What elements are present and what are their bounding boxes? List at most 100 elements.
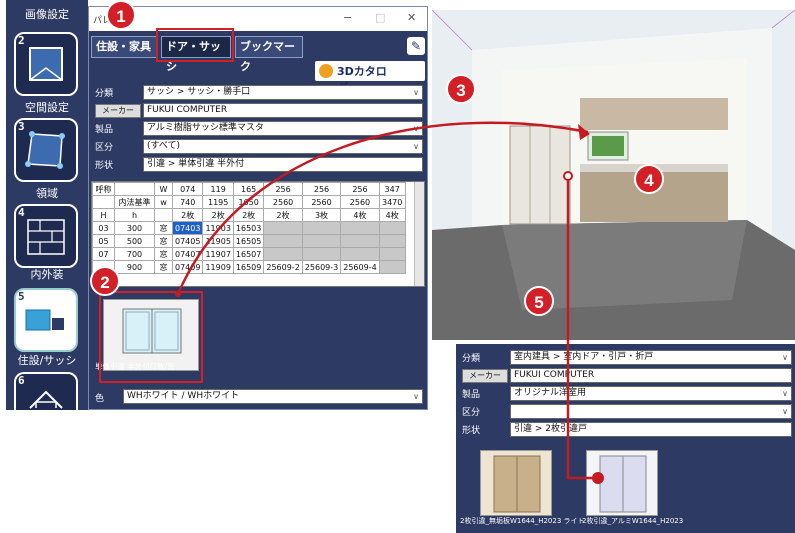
grid-cell: 03 [92, 221, 115, 235]
division-select[interactable]: (すべて) [143, 139, 423, 154]
grid-row[interactable]: 05 500 窓 07405 11905 16505 [92, 234, 406, 248]
grid-cell[interactable]: 25609-4 [340, 260, 380, 274]
aluminum-sliding-door-icon [599, 455, 647, 513]
grid-cell [92, 195, 115, 209]
image-settings-label[interactable]: 画像設定 [6, 6, 88, 22]
grid-cell[interactable] [263, 234, 303, 248]
door-item-aluminum[interactable] [586, 450, 658, 516]
space-settings-label: 空間設定 [25, 101, 69, 114]
division-label: 区分 [95, 143, 114, 153]
3d-room-view[interactable] [432, 10, 795, 340]
grid-cell: 256 [301, 182, 342, 196]
grid-cell[interactable]: 11905 [202, 234, 234, 248]
grid-cell[interactable]: 07405 [171, 234, 204, 248]
brick-wall-icon [27, 219, 65, 255]
grid-cell[interactable]: 25609-3 [301, 260, 342, 274]
grid-cell[interactable] [301, 247, 342, 261]
grid-cell[interactable]: 11903 [202, 221, 234, 235]
grid-cell[interactable]: 07409 [171, 260, 204, 274]
area-polygon-icon [25, 131, 65, 169]
grid-cell[interactable]: 16505 [232, 234, 265, 248]
tab-bookmark[interactable]: ブックマーク [235, 36, 303, 73]
interior-exterior-tile[interactable]: 4 [14, 204, 78, 268]
grid-cell: 4枚 [340, 208, 380, 222]
catalog-logo-icon [319, 64, 333, 78]
grid-cell[interactable] [263, 221, 303, 235]
grid-cell: 2枚 [232, 208, 265, 222]
grid-scrollbar[interactable] [414, 182, 424, 286]
grid-row[interactable]: 07 700 窓 07407 11907 16507 [92, 247, 406, 261]
grid-cell: 074 [171, 182, 204, 196]
grid-row[interactable]: Hh 2枚 2枚 2枚 2枚 3枚 4枚 4枚 [92, 208, 406, 222]
grid-cell[interactable]: 25609-2 [263, 260, 303, 274]
color-row: 色 WHホワイト / WHホワイト [89, 387, 427, 407]
grid-cell[interactable] [378, 260, 406, 274]
grid-cell[interactable]: 11907 [202, 247, 234, 261]
room-render [432, 10, 795, 340]
sub-maker-button[interactable]: メーカー [462, 369, 508, 383]
grid-row[interactable]: 900 窓 07409 11909 16509 25609-2 25609-3 25609-4 [92, 260, 406, 274]
grid-cell[interactable]: 07403 [171, 221, 204, 235]
product-select[interactable]: アルミ樹脂サッシ標準マスタ [143, 121, 423, 136]
color-select[interactable]: WHホワイト / WHホワイト [123, 389, 423, 404]
grid-cell[interactable]: 16507 [232, 247, 265, 261]
grid-cell[interactable] [263, 247, 303, 261]
shape-row: 形状 引違 > 単体引違 半外付 [89, 157, 427, 173]
sub-division-label: 区分 [462, 408, 481, 418]
maker-field[interactable]: FUKUI COMPUTER [143, 103, 423, 118]
tab-fixtures-furniture[interactable]: 住設・家具 [91, 36, 157, 58]
grid-cell: 165 [232, 182, 265, 196]
sub-shape-field[interactable]: 引違 > 2枚引違戸 [510, 422, 792, 437]
grid-cell: W [154, 182, 173, 196]
grid-cell[interactable]: 16503 [232, 221, 265, 235]
maximize-button[interactable]: □ [375, 11, 385, 24]
sub-product-select[interactable]: オリジナル洋室用 [510, 386, 792, 401]
grid-row[interactable]: 03 300 窓 07403 11903 16503 [92, 221, 406, 235]
grid-cell: 2560 [263, 195, 303, 209]
close-button[interactable]: ✕ [407, 11, 416, 24]
sub-category-label: 分類 [462, 354, 481, 364]
grid-cell[interactable] [340, 221, 380, 235]
interior-exterior-label: 内外装 [30, 268, 64, 281]
exterior-tile[interactable]: 6 [14, 372, 78, 410]
shape-field[interactable]: 引違 > 単体引違 半外付 [143, 157, 423, 172]
color-label: 色 [95, 394, 105, 404]
area-tile[interactable]: 3 [14, 118, 78, 182]
grid-row[interactable]: 呼称 W 074 119 165 256 256 256 347 [92, 182, 406, 196]
grid-cell[interactable] [378, 221, 406, 235]
product-label: 製品 [95, 125, 114, 135]
minimize-button[interactable]: − [343, 11, 352, 24]
sub-category-select[interactable]: 室内建具 > 室内ドア・引戸・折戸 [510, 350, 792, 365]
grid-cell: 窓 [154, 221, 173, 235]
3d-catalog-logo[interactable]: 3Dカタログ.com [315, 61, 425, 94]
size-table: 呼称 W 074 119 165 256 256 256 347 内法基準 w 740 1195 1650… [92, 182, 406, 274]
grid-cell[interactable] [378, 247, 406, 261]
edit-pen-icon[interactable]: ✎ [407, 37, 425, 55]
house-icon [29, 390, 63, 409]
grid-cell: 900 [114, 260, 155, 274]
sub-maker-field[interactable]: FUKUI COMPUTER [510, 368, 792, 383]
grid-cell[interactable] [340, 247, 380, 261]
grid-row[interactable]: 内法基準 w 740 1195 1650 2560 2560 2560 3470 [92, 195, 406, 209]
grid-cell[interactable] [340, 234, 380, 248]
shape-label: 形状 [95, 161, 114, 171]
grid-cell[interactable]: 11909 [202, 260, 234, 274]
fixtures-sash-tile[interactable]: 5 [14, 288, 78, 352]
grid-cell[interactable] [301, 234, 342, 248]
fixtures-sash-label: 住設/サッシ [17, 354, 77, 367]
sub-division-row: 区分 [456, 404, 795, 420]
grid-cell[interactable]: 07407 [171, 247, 204, 261]
grid-cell: 窓 [154, 247, 173, 261]
maker-button[interactable]: メーカー [95, 104, 141, 118]
category-select[interactable]: サッシ > サッシ・勝手口 [143, 85, 423, 100]
sub-shape-label: 形状 [462, 426, 481, 436]
grid-cell: 3枚 [301, 208, 342, 222]
sub-division-select[interactable] [510, 404, 792, 419]
grid-cell: 4枚 [378, 208, 406, 222]
space-settings-tile[interactable]: 2 [14, 32, 78, 96]
door-item-wood[interactable] [480, 450, 552, 516]
grid-cell[interactable] [378, 234, 406, 248]
tile-number: 6 [18, 374, 25, 387]
grid-cell[interactable] [301, 221, 342, 235]
grid-cell[interactable]: 16509 [232, 260, 265, 274]
